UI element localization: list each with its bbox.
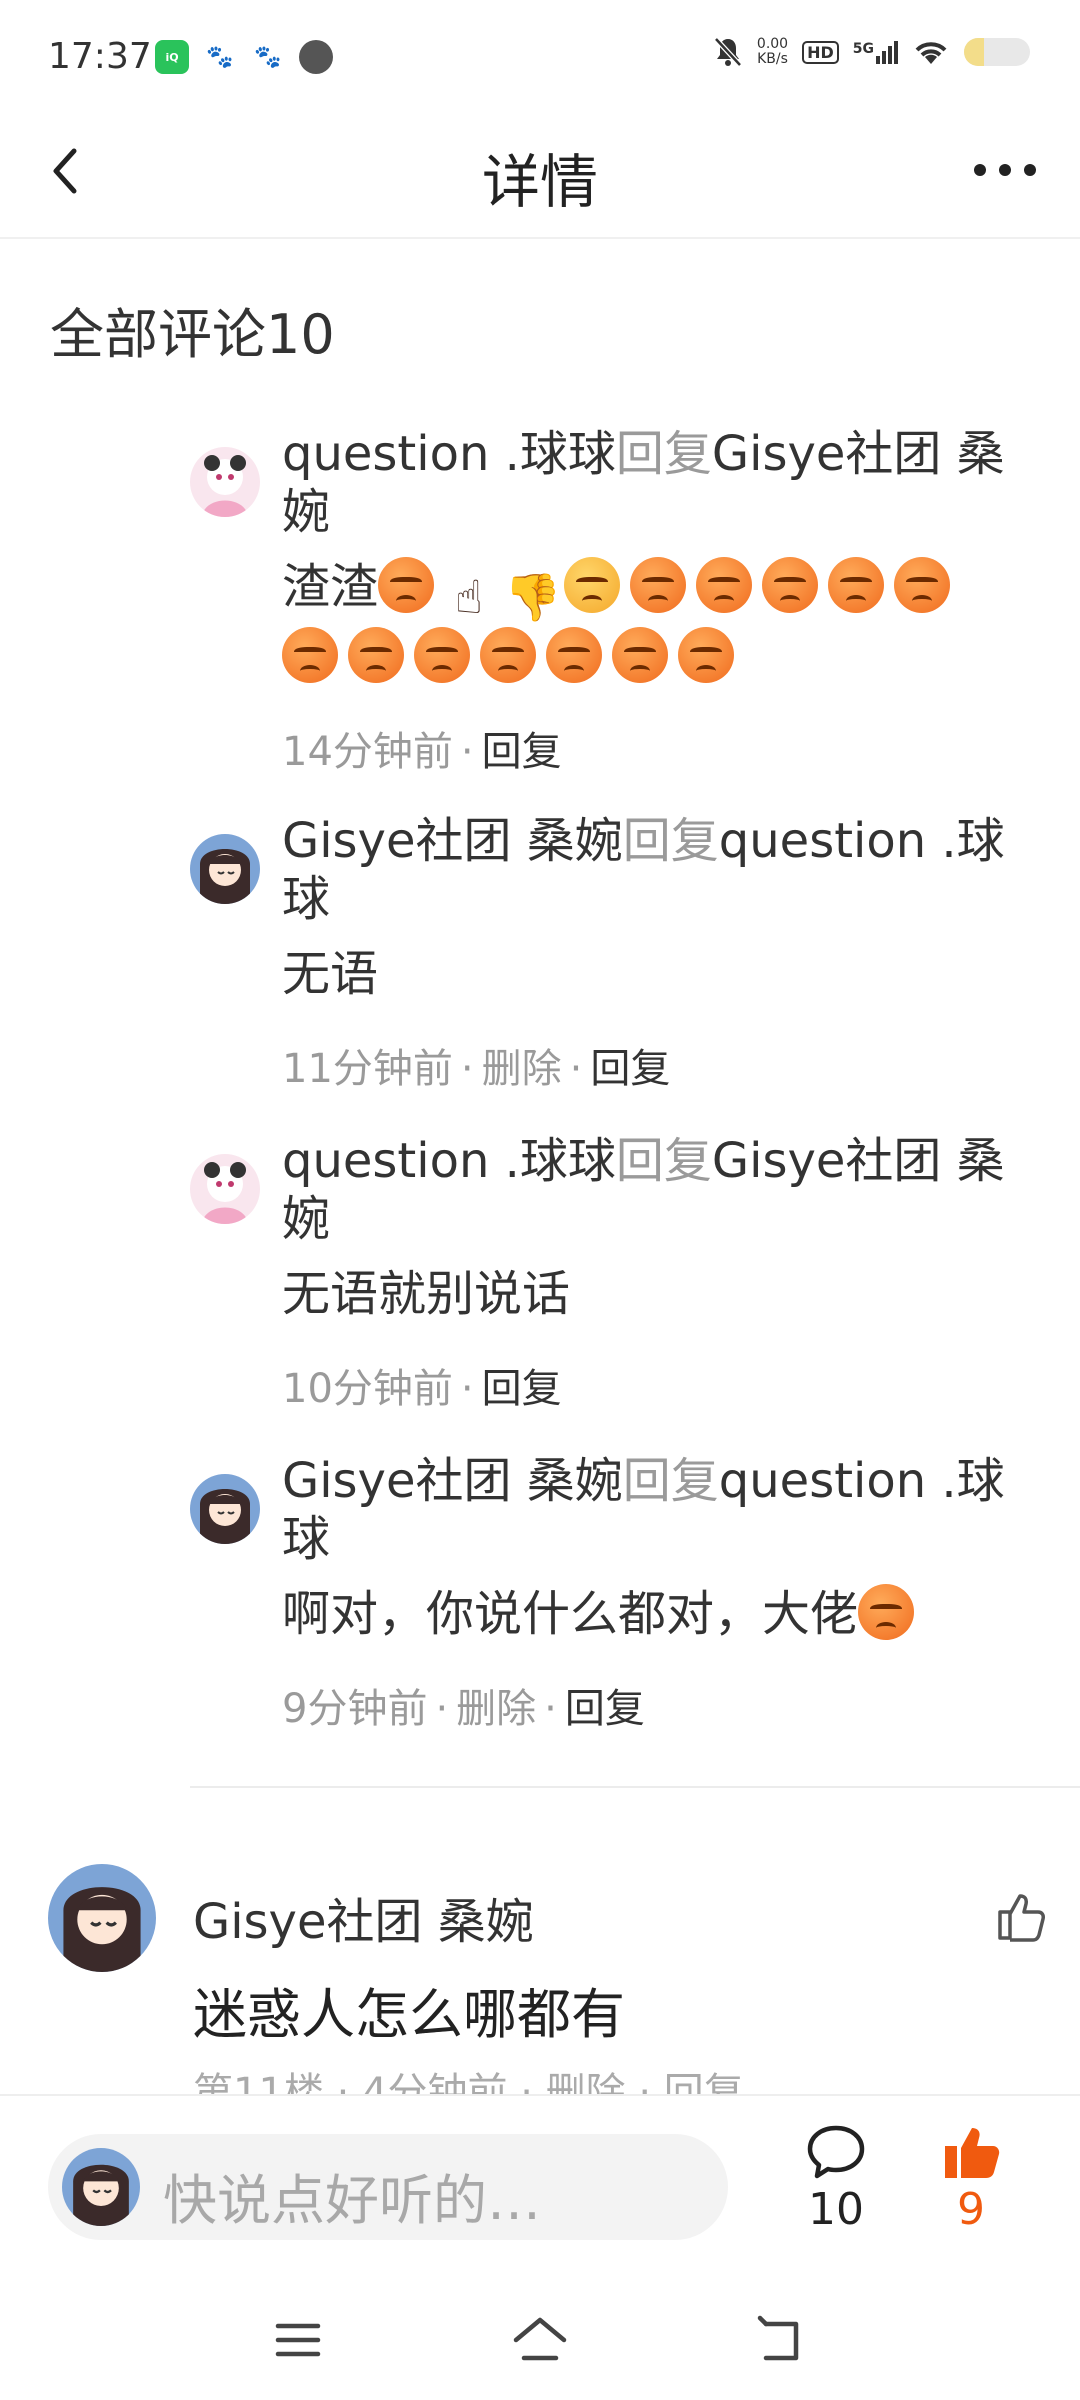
net-speed-value: 0.00 [756, 36, 789, 52]
more-options-icon[interactable] [970, 155, 1040, 185]
status-bar: 17:37 iQ 🐾 🐾 0.00 KB/s HD 5G [0, 0, 1080, 115]
baidu-app-icon: 🐾 [203, 40, 237, 74]
reply-text: 渣渣 [282, 559, 379, 615]
reply-text: 无语 [282, 946, 379, 1002]
reply-item[interactable]: Gisye社团 桑婉回复question .球球 无语 11分钟前 · 删除 · 回复 [190, 812, 1010, 1112]
reply-time: 9分钟前 [282, 1686, 428, 1732]
all-comments-title: 全部评论10 [50, 303, 335, 366]
angry-emoji-icon [894, 557, 951, 613]
reply-content: 渣渣 ☝ 👎 [282, 555, 1012, 689]
reply-author[interactable]: Gisye社团 桑婉 [282, 1453, 623, 1509]
delete-button[interactable]: 删除 [482, 1046, 562, 1092]
reply-meta: 9分钟前 · 删除 · 回复 [282, 1686, 645, 1732]
angry-emoji-icon [630, 557, 687, 613]
home-icon[interactable] [510, 2310, 570, 2370]
thumbs-down-emoji-icon: 👎 [504, 570, 562, 624]
angry-emoji-icon [828, 557, 885, 613]
status-indicators: 0.00 KB/s HD 5G [713, 36, 1030, 68]
reply-text: 啊对，你说什么都对，大佬 [282, 1586, 859, 1642]
angry-emoji-icon [858, 1584, 915, 1640]
reply-time: 10分钟前 [282, 1366, 453, 1412]
status-time: 17:37 [48, 36, 152, 77]
signal-5g-label: 5G [852, 40, 874, 57]
reply-author[interactable]: question .球球 [282, 1133, 616, 1189]
wifi-icon [915, 42, 947, 64]
message-app-icon [299, 40, 333, 74]
reply-time: 11分钟前 [282, 1046, 453, 1092]
comment-bubble-icon [807, 2125, 865, 2179]
comment-count: 10 [808, 2184, 864, 2235]
like-count: 9 [957, 2184, 985, 2235]
reply-verb: 回复 [622, 1453, 719, 1509]
angry-emoji-icon [480, 627, 536, 683]
user-avatar[interactable] [190, 1474, 260, 1544]
comment-text: 迷惑人怎么哪都有 [193, 1983, 625, 2046]
reply-meta: 10分钟前 · 回复 [282, 1366, 562, 1412]
angry-emoji-icon [546, 627, 602, 683]
annoyed-emoji-icon [564, 557, 621, 613]
user-avatar[interactable] [190, 1154, 260, 1224]
signal-5g-icon: 5G [852, 40, 898, 64]
user-avatar[interactable] [190, 834, 260, 904]
angry-emoji-icon [282, 627, 338, 683]
comment-item[interactable]: Gisye社团 桑婉 迷惑人怎么哪都有 第11楼 · 4分钟前 · 删除 · 回… [48, 1860, 1048, 2116]
back-nav-icon[interactable] [750, 2310, 810, 2370]
reply-meta: 11分钟前 · 删除 · 回复 [282, 1046, 671, 1092]
comment-author[interactable]: Gisye社团 桑婉 [193, 1882, 534, 1952]
reply-item[interactable]: question .球球回复Gisye社团 桑婉 无语就别说话 10分钟前 · 回复 [190, 1132, 1010, 1432]
angry-emoji-icon [762, 557, 819, 613]
reply-time: 14分钟前 [282, 729, 453, 775]
reply-item[interactable]: Gisye社团 桑婉回复question .球球 啊对，你说什么都对，大佬 9分… [190, 1452, 1010, 1752]
angry-emoji-icon [348, 627, 404, 683]
reply-header: question .球球回复Gisye社团 桑婉 [282, 425, 1012, 541]
battery-icon [964, 38, 1030, 66]
reply-button[interactable]: 回复 [482, 729, 562, 775]
reply-author[interactable]: Gisye社团 桑婉 [282, 813, 623, 869]
comments-button[interactable]: 10 [800, 2122, 872, 2234]
comment-input-placeholder: 快说点好听的… [163, 2169, 541, 2232]
reply-verb: 回复 [622, 813, 719, 869]
reply-thread-divider [190, 1786, 1080, 1788]
menu-icon[interactable] [268, 2310, 328, 2370]
angry-emoji-icon [696, 557, 753, 613]
reply-button[interactable]: 回复 [565, 1686, 645, 1732]
my-avatar [62, 2148, 140, 2226]
reply-verb: 回复 [615, 426, 712, 482]
thumbs-up-filled-icon [945, 2128, 1000, 2178]
baidu-net-app-icon: 🐾 [251, 40, 285, 74]
comment-input[interactable]: 快说点好听的… [48, 2134, 728, 2240]
thumbs-up-outline-icon[interactable] [992, 1888, 1048, 1944]
user-avatar[interactable] [190, 447, 260, 517]
reply-item[interactable]: question .球球回复Gisye社团 桑婉 渣渣 ☝ 👎 14分钟前 · 回复 [190, 425, 1010, 785]
notification-app-icons: iQ 🐾 🐾 [155, 40, 333, 74]
reply-meta: 14分钟前 · 回复 [282, 729, 562, 775]
reply-header: question .球球回复Gisye社团 桑婉 [282, 1132, 1012, 1248]
reply-header: Gisye社团 桑婉回复question .球球 [282, 1452, 1012, 1568]
angry-emoji-icon [414, 627, 470, 683]
net-speed: 0.00 KB/s [757, 37, 788, 67]
reply-header: Gisye社团 桑婉回复question .球球 [282, 812, 1012, 928]
net-speed-unit: KB/s [757, 51, 788, 67]
reply-text: 无语就别说话 [282, 1266, 571, 1322]
angry-emoji-icon [378, 557, 435, 613]
reply-button[interactable]: 回复 [590, 1046, 670, 1092]
reply-content: 啊对，你说什么都对，大佬 [282, 1582, 1012, 1646]
pointing-up-hand-emoji-icon: ☝ [455, 570, 484, 624]
user-avatar[interactable] [48, 1864, 156, 1972]
angry-emoji-icon [678, 627, 734, 683]
hd-badge: HD [802, 40, 839, 64]
reply-author[interactable]: question .球球 [282, 426, 616, 482]
iqiyi-app-icon: iQ [155, 40, 189, 74]
mute-bell-icon [714, 37, 742, 67]
delete-button[interactable]: 删除 [456, 1686, 536, 1732]
like-button[interactable]: 9 [935, 2122, 1007, 2234]
top-navigation-bar: 详情 [0, 115, 1080, 239]
system-navigation-bar [0, 2270, 1080, 2400]
reply-verb: 回复 [615, 1133, 712, 1189]
page-title: 详情 [481, 148, 598, 216]
angry-emoji-icon [612, 627, 668, 683]
comment-input-bar: 快说点好听的… 10 9 [0, 2094, 1080, 2272]
reply-button[interactable]: 回复 [482, 1366, 562, 1412]
